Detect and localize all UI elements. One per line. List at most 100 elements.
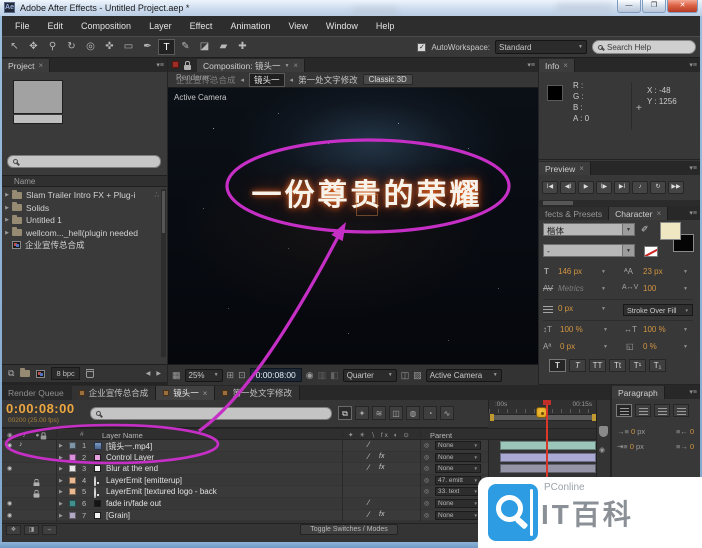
tab-character[interactable]: Character × <box>609 207 668 220</box>
search-help-input[interactable]: Search Help <box>592 40 696 54</box>
chevron-down-icon[interactable]: ▼ <box>284 63 289 69</box>
new-composition-icon[interactable] <box>36 370 45 378</box>
project-item[interactable]: ▶ wellcom..._hell(plugin needed ∴ <box>2 227 167 240</box>
tool-button[interactable]: ↖ <box>6 39 23 55</box>
superscript-button[interactable]: T¹ <box>629 359 646 372</box>
layer-name[interactable]: [镜头一.mp4] <box>106 441 152 452</box>
expand-caret-icon[interactable]: ▶ <box>59 489 63 495</box>
transport-button[interactable]: ▶▶ <box>668 181 684 194</box>
fx-switch[interactable]: fx <box>379 464 384 471</box>
layer-row[interactable]: ◉ ♪ ▶ 2 Control Layer ∕ fx ◎ <box>2 452 488 464</box>
layer-name[interactable]: Blur at the end <box>106 464 158 473</box>
tab-paragraph[interactable]: Paragraph <box>612 386 665 399</box>
transport-button[interactable]: ♪ <box>632 181 648 194</box>
layer-row[interactable]: ◉ ♪ ▶ 5 LayerEmit [textured logo - back … <box>2 486 488 498</box>
horizontal-scale-value[interactable]: 100 % <box>643 325 666 334</box>
eye-icon[interactable]: ◉ <box>7 512 12 519</box>
timeline-search-input[interactable] <box>90 407 332 420</box>
label-color-swatch[interactable] <box>69 465 76 472</box>
layer-duration-bar[interactable] <box>500 464 596 473</box>
layer-name[interactable]: Control Layer <box>106 453 154 462</box>
project-item[interactable]: ▶ 企业宣传总合成 ∴ <box>2 239 167 252</box>
menu-item[interactable]: File <box>6 21 39 31</box>
close-button[interactable]: ✕ <box>667 0 698 13</box>
quality-switch[interactable]: ∕ <box>368 452 369 461</box>
expand-caret-icon[interactable]: ▶ <box>59 513 63 519</box>
font-family-select[interactable]: 楷体 <box>543 223 623 236</box>
chevron-down-icon[interactable]: ▼ <box>601 269 606 275</box>
tool-button[interactable]: ▰ <box>215 39 232 55</box>
renderer-button[interactable]: Classic 3D <box>363 74 413 85</box>
autoworkspace-checkbox[interactable]: ✓ <box>417 43 426 52</box>
tool-button[interactable]: T <box>158 39 175 55</box>
next-panel-icon[interactable]: ▶ <box>156 370 161 377</box>
close-icon[interactable]: × <box>203 389 208 398</box>
timeline-tab[interactable]: 第一处文字修改 × <box>215 386 300 400</box>
camera-view-select[interactable]: Active Camera ▼ <box>426 369 502 382</box>
project-scrollbar[interactable] <box>161 189 166 357</box>
font-size-value[interactable]: 146 px <box>558 267 582 276</box>
pickwhip-icon[interactable]: ◎ <box>424 477 429 484</box>
transparency-grid-icon[interactable]: ▨ <box>413 370 422 381</box>
layer-name[interactable]: LayerEmit [emitterup] <box>106 476 182 485</box>
tool-button[interactable]: ✎ <box>177 39 194 55</box>
parent-select[interactable]: 33. text ▼ <box>435 487 481 496</box>
eye-icon[interactable]: ◉ <box>7 500 12 507</box>
pickwhip-icon[interactable]: ◎ <box>424 442 429 449</box>
expand-caret-icon[interactable]: ▶ <box>2 230 12 236</box>
transfer-controls-icon[interactable]: ◨ <box>24 525 39 535</box>
timeline-toggle-button[interactable]: ∿ <box>440 406 454 420</box>
panel-menu-icon[interactable]: ▾≡ <box>689 164 697 172</box>
eyedropper-icon[interactable]: ✐ <box>641 224 649 235</box>
parent-select[interactable]: 47. emitt ▼ <box>435 476 481 485</box>
tool-button[interactable]: ✜ <box>101 39 118 55</box>
prev-panel-icon[interactable]: ◀ <box>146 370 151 377</box>
layer-row[interactable]: ◉ ♪ ▶ 1 [镜头一.mp4] ∕ ◎ N <box>2 440 488 452</box>
expand-caret-icon[interactable]: ▶ <box>59 501 63 507</box>
kerning-value[interactable]: Metrics <box>558 284 584 293</box>
faux-italic-button[interactable]: T <box>569 359 586 372</box>
trash-icon[interactable] <box>86 369 94 378</box>
layer-name-header[interactable]: Layer Name <box>102 431 143 440</box>
composition-viewport[interactable]: Active Camera 一份尊贵的荣耀 <box>168 88 538 364</box>
tool-button[interactable]: ↻ <box>63 39 80 55</box>
timeline-tab[interactable]: 镜头一 × <box>156 386 215 400</box>
timeline-toggle-button[interactable]: ◍ <box>406 406 420 420</box>
tab-info[interactable]: Info × <box>539 59 575 72</box>
transport-button[interactable]: ▶I <box>614 181 630 194</box>
timeline-toggle-button[interactable]: ≋ <box>372 406 386 420</box>
maximize-button[interactable]: ❐ <box>642 0 666 13</box>
pickwhip-icon[interactable]: ◎ <box>424 454 429 461</box>
menu-item[interactable]: Edit <box>39 21 73 31</box>
current-time-indicator[interactable] <box>546 400 548 477</box>
faux-bold-button[interactable]: T <box>549 359 566 372</box>
parent-select[interactable]: None ▼ <box>435 511 481 520</box>
show-snapshot-icon[interactable]: ▥ <box>318 370 327 381</box>
tab-project[interactable]: Project × <box>2 59 50 72</box>
bit-depth-button[interactable]: 8 bpc <box>51 367 79 380</box>
chevron-down-icon[interactable]: ▼ <box>601 306 606 312</box>
quality-switch[interactable]: ∕ <box>368 463 369 472</box>
project-search-input[interactable] <box>7 155 161 168</box>
expand-caret-icon[interactable]: ▶ <box>59 443 63 449</box>
expand-caret-icon[interactable]: ▶ <box>2 205 12 211</box>
eye-icon[interactable]: ◉ <box>7 465 12 472</box>
layer-duration-bar[interactable] <box>500 441 596 450</box>
current-time-display[interactable]: 0:00:08:00 <box>6 401 75 416</box>
tab-composition[interactable]: Composition: 镜头一 ▼ × <box>197 59 305 72</box>
close-icon[interactable]: × <box>38 61 43 70</box>
expand-caret-icon[interactable]: ▶ <box>59 478 63 484</box>
expand-caret-icon[interactable]: ▶ <box>2 192 12 198</box>
expand-caret-icon[interactable]: ▶ <box>2 217 12 223</box>
timeline-toggle-button[interactable]: ⧉ <box>338 406 352 420</box>
tsume-value[interactable]: 0 % <box>643 342 657 351</box>
transport-button[interactable]: I◀ <box>542 181 558 194</box>
layer-name[interactable]: fade in/fade out <box>106 499 161 508</box>
label-color-swatch[interactable] <box>69 488 76 495</box>
menu-item[interactable]: Composition <box>72 21 140 31</box>
layer-row[interactable]: ◉ ♪ ▶ 3 Blur at the end ∕ fx ◎ <box>2 463 488 475</box>
menu-item[interactable]: Help <box>367 21 404 31</box>
expand-caret-icon[interactable]: ▶ <box>59 466 63 472</box>
layer-duration-bar[interactable] <box>500 453 596 462</box>
tool-button[interactable]: ⚲ <box>44 39 61 55</box>
